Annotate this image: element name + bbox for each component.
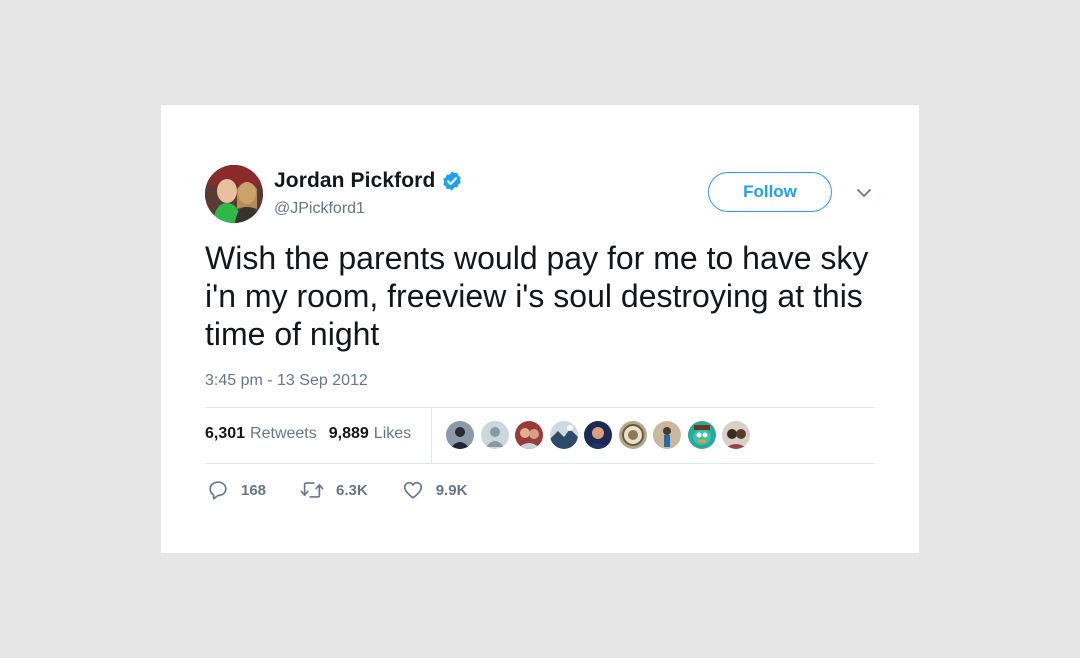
liker-avatar-default[interactable] — [480, 421, 509, 449]
author-name[interactable]: Jordan Pickford — [274, 169, 435, 193]
author-handle[interactable]: @JPickford1 — [274, 200, 365, 218]
tweet-text: Wish the parents would pay for me to hav… — [205, 240, 869, 352]
retweet-action[interactable]: 6.3K — [300, 479, 368, 501]
author-name-row: Jordan Pickford — [274, 169, 463, 193]
liker-avatar[interactable] — [653, 421, 681, 449]
likes-count: 9,889 — [328, 425, 369, 442]
engagement-stats: 6,301 Retweets 9,889 Likes — [205, 425, 423, 443]
retweets-label: Retweets — [250, 425, 317, 442]
like-count: 9.9K — [435, 481, 468, 499]
retweets-count: 6,301 — [205, 425, 246, 442]
author-avatar[interactable] — [205, 165, 263, 223]
liker-avatar[interactable] — [722, 421, 750, 449]
retweet-icon — [300, 482, 324, 498]
like-action[interactable]: 9.9K — [402, 479, 468, 501]
follow-button[interactable]: Follow — [708, 172, 832, 212]
chevron-down-icon[interactable] — [856, 187, 872, 199]
reply-icon — [209, 481, 227, 500]
stats-separator — [431, 408, 432, 464]
tweet-card: Jordan Pickford @JPickford1 Follow Wish … — [161, 105, 919, 553]
stats-divider-bottom — [205, 463, 875, 464]
liker-avatar[interactable] — [618, 421, 647, 449]
stats-divider-top — [205, 407, 875, 408]
liker-avatar[interactable] — [584, 421, 612, 449]
tweet-timestamp[interactable]: 3:45 pm - 13 Sep 2012 — [205, 372, 368, 390]
reply-action[interactable]: 168 — [207, 479, 266, 501]
like-icon — [403, 481, 422, 499]
verified-badge-icon — [441, 170, 463, 192]
liker-avatars — [446, 421, 757, 449]
liker-avatar[interactable] — [446, 421, 474, 449]
likes-label: Likes — [373, 425, 412, 442]
tweet-actions: 168 6.3K 9.9K — [207, 479, 501, 501]
reply-count: 168 — [241, 481, 267, 499]
liker-avatar[interactable] — [687, 421, 716, 449]
likes-stat[interactable]: 9,889 Likes — [329, 425, 411, 443]
liker-avatar[interactable] — [515, 421, 543, 449]
retweets-stat[interactable]: 6,301 Retweets — [205, 425, 317, 443]
retweet-count: 6.3K — [336, 481, 368, 499]
liker-avatar[interactable] — [549, 421, 578, 449]
